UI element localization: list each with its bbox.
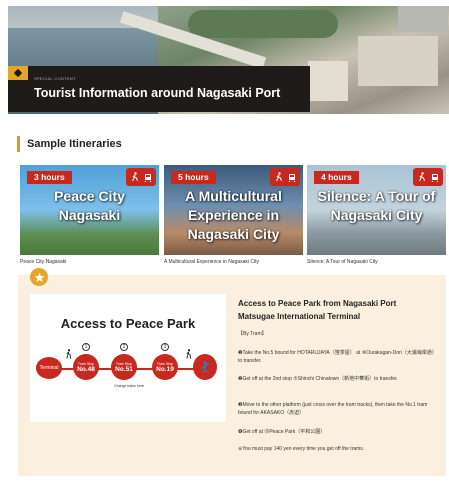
- stop-number: No.19: [156, 365, 174, 373]
- access-step-1: ❶Take the No.5 bound for HOTARUJAYA（蛍茶屋）…: [238, 350, 437, 364]
- map-title: Access to Peace Park: [60, 316, 196, 331]
- walk-icon: [66, 349, 72, 359]
- tram-stop-19: Tram Stop No.19: [152, 354, 178, 380]
- page-title: Tourist Information around Nagasaki Port: [34, 86, 281, 100]
- itinerary-image-title: A Multicultural Experience in Nagasaki C…: [185, 188, 282, 242]
- walk-icon: [186, 349, 192, 359]
- duration-badge: 3 hours: [27, 171, 72, 184]
- hero-building: [308, 61, 348, 101]
- access-step-3: ❸Move to the other platform (just cross …: [238, 402, 428, 416]
- route-map: Access to Peace Park Terminal 1 2 3 Tram…: [30, 294, 226, 422]
- duration-badge: 5 hours: [171, 171, 216, 184]
- stop-number: No.51: [115, 365, 133, 373]
- transport-icons: [413, 168, 443, 186]
- terminal-stop: Terminal: [36, 357, 62, 379]
- special-content-badge-icon: [8, 66, 28, 80]
- itinerary-caption[interactable]: A Multicultural Experience in Nagasaki C…: [164, 259, 259, 265]
- hero-tag: SPECIAL CONTENT: [34, 76, 76, 81]
- itinerary-caption[interactable]: Peace City Nagasaki: [20, 259, 66, 265]
- fare-note: ※You must pay 140 yen every time you get…: [238, 446, 365, 452]
- access-heading: Access to Peace Park from Nagasaki Port …: [238, 297, 438, 323]
- section-accent-bar: [17, 136, 20, 152]
- access-mode-label: 【By Tram】: [238, 331, 267, 337]
- itinerary-card-silence[interactable]: 4 hours Silence: A Tour of Nagasaki City: [307, 165, 446, 255]
- transport-icons: [270, 168, 300, 186]
- change-trains-note: Change trains here: [114, 384, 144, 388]
- itinerary-card-multicultural[interactable]: 5 hours A Multicultural Experience in Na…: [164, 165, 303, 255]
- itinerary-card-peace-city[interactable]: 3 hours Peace City Nagasaki: [20, 165, 159, 255]
- hero-building: [398, 6, 448, 32]
- transport-icons: [126, 168, 156, 186]
- step-marker: 1: [82, 343, 90, 351]
- duration-badge: 4 hours: [314, 171, 359, 184]
- star-icon: [30, 268, 48, 286]
- hero-trees: [188, 10, 338, 38]
- itinerary-caption[interactable]: Silence: A Tour of Nagasaki City: [307, 259, 378, 265]
- tram-icon: [431, 174, 438, 182]
- tram-stop-51: Tram Stop No.51: [111, 354, 137, 380]
- access-heading-line1: Access to Peace Park from Nagasaki Port: [238, 299, 397, 308]
- tram-stop-48: Tram Stop No.48: [73, 354, 99, 380]
- itinerary-image-title: Silence: A Tour of Nagasaki City: [317, 188, 436, 223]
- step-marker: 3: [161, 343, 169, 351]
- section-title: Sample Itineraries: [27, 138, 122, 150]
- step-marker: 2: [120, 343, 128, 351]
- tram-icon: [288, 174, 295, 182]
- walk-icon: [418, 172, 425, 182]
- access-step-2: ❷Get off at the 2nd stop ⑤Shinchi Chinat…: [238, 376, 398, 382]
- access-heading-line2: Matsugae International Terminal: [238, 312, 361, 321]
- tram-icon: [144, 174, 151, 182]
- hero-building: [358, 36, 438, 86]
- peace-statue-icon: [193, 354, 217, 380]
- stop-number: No.48: [77, 365, 95, 373]
- walk-icon: [131, 172, 138, 182]
- walk-icon: [275, 172, 282, 182]
- access-step-4: ❹Get off at ⑲Peace Park（平和公園）: [238, 429, 326, 435]
- itinerary-image-title: Peace City Nagasaki: [54, 188, 125, 223]
